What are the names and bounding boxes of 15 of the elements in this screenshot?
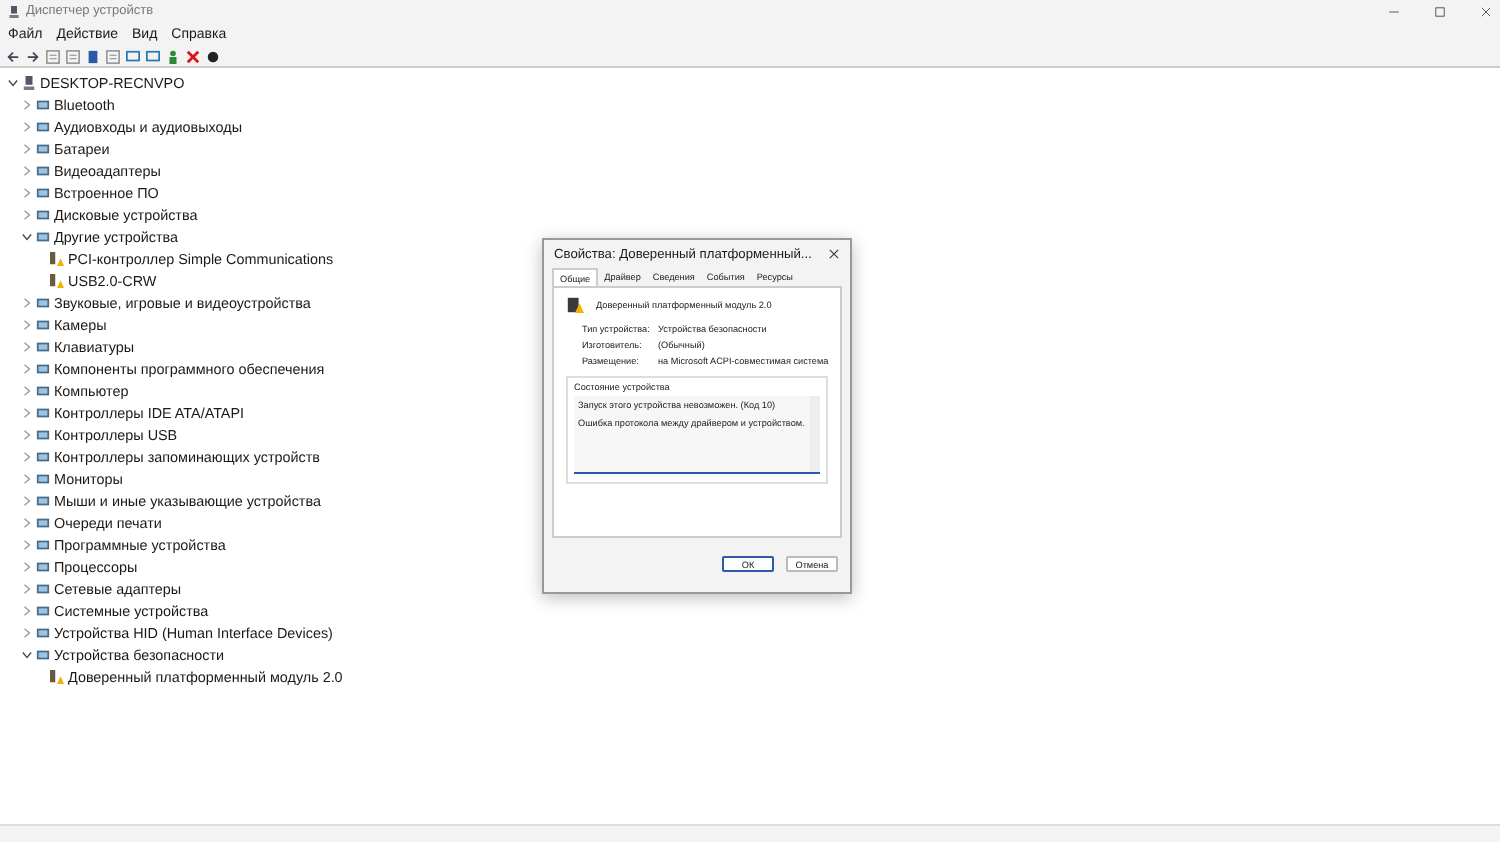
computer-icon <box>22 76 36 90</box>
chip-icon <box>566 296 584 314</box>
panel-icon[interactable] <box>46 49 60 63</box>
list-icon[interactable] <box>66 49 80 63</box>
close-icon[interactable] <box>1480 5 1492 17</box>
screen-icon[interactable] <box>146 49 160 63</box>
close-icon[interactable] <box>828 248 840 260</box>
monitor-icon[interactable] <box>126 49 140 63</box>
back-icon[interactable] <box>6 49 20 63</box>
app-icon <box>8 5 20 17</box>
close-icon[interactable] <box>186 49 200 63</box>
forward-icon[interactable] <box>26 49 40 63</box>
scrollbar[interactable] <box>810 396 820 472</box>
minimize-icon[interactable] <box>1388 5 1400 17</box>
maximize-icon[interactable] <box>1434 5 1446 17</box>
